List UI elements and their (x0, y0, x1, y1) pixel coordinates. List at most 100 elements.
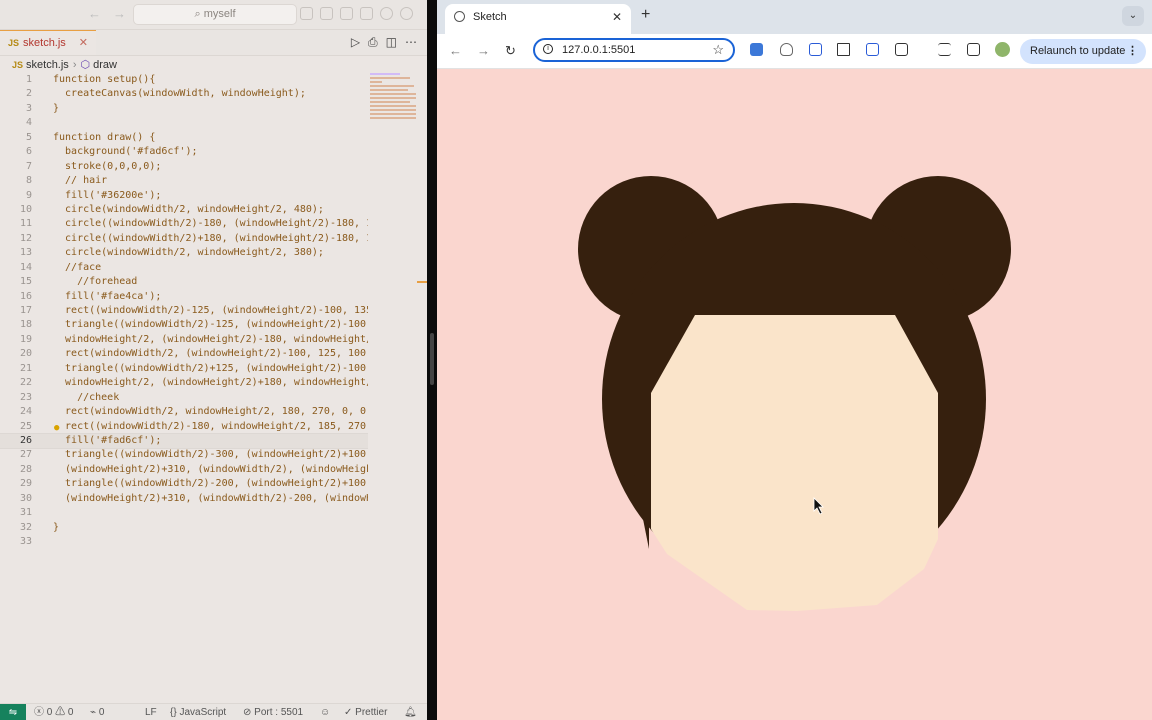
code-line[interactable]: 19 windowHeight/2, (windowHeight/2)-180,… (0, 333, 368, 347)
line-number: 5 (25, 131, 32, 143)
history-arrows-icon[interactable]: ←→ (88, 6, 138, 21)
code-text: fill('#fae4ca'); (53, 290, 162, 302)
breadcrumb-symbol[interactable]: draw (93, 59, 117, 71)
address-bar[interactable]: i 127.0.0.1:5501 ☆ (533, 38, 735, 62)
window-divider[interactable] (427, 0, 437, 720)
toggle-panel-icon[interactable] (320, 7, 333, 20)
side-panel-icon[interactable] (967, 43, 980, 56)
breadcrumb-file[interactable]: sketch.js (26, 59, 69, 71)
lightbulb-icon[interactable]: ● (54, 421, 59, 435)
chart-extension-icon[interactable] (866, 43, 879, 56)
code-line[interactable]: 8 // hair (0, 174, 368, 188)
code-text: triangle((windowWidth/2)-300, (windowHei… (53, 449, 368, 461)
function-symbol-icon: ⬡ (80, 59, 91, 71)
minimap[interactable] (370, 73, 418, 123)
profile-avatar[interactable] (995, 42, 1010, 57)
code-line[interactable]: 4 (0, 116, 368, 130)
code-line[interactable]: 26 fill('#fad6cf'); (0, 432, 368, 450)
line-number: 20 (19, 348, 32, 360)
customize-layout-icon[interactable] (360, 7, 373, 20)
code-line[interactable]: 2 createCanvas(windowWidth, windowHeight… (0, 87, 368, 101)
extensions-puzzle-icon[interactable] (895, 43, 908, 56)
code-line[interactable]: 3} (0, 102, 368, 116)
tab-sketch-js[interactable]: JS sketch.js ✕ (0, 30, 96, 55)
accounts-icon[interactable] (380, 7, 393, 20)
line-number: 11 (19, 218, 32, 230)
line-number: 23 (19, 391, 32, 403)
tab-search-chevron-icon[interactable]: ⌄ (1122, 6, 1144, 26)
crop-extension-icon[interactable] (837, 43, 850, 56)
line-number: 31 (19, 507, 32, 519)
code-line[interactable]: 23 //cheek (0, 391, 368, 405)
code-line[interactable]: 25 rect((windowWidth/2)-180, windowHeigh… (0, 420, 368, 434)
kebab-menu-icon[interactable]: ⋮ (1127, 39, 1138, 64)
run-icon[interactable]: ▷ (351, 35, 360, 49)
code-line[interactable]: 32} (0, 521, 368, 535)
reload-icon[interactable]: ↻ (505, 43, 516, 59)
line-number: 13 (19, 247, 32, 259)
relaunch-to-update-button[interactable]: Relaunch to update ⋮ (1020, 39, 1146, 64)
code-line[interactable]: 17 rect((windowWidth/2)-125, (windowHeig… (0, 304, 368, 318)
divider-handle[interactable] (430, 333, 434, 385)
code-line[interactable]: 13 circle(windowWidth/2, windowHeight/2,… (0, 246, 368, 260)
code-line[interactable]: 28 (windowHeight/2)+310, (windowWidth/2)… (0, 463, 368, 477)
toggle-secondary-sidebar-icon[interactable] (340, 7, 353, 20)
settings-gear-icon[interactable] (400, 7, 413, 20)
back-arrow-icon[interactable]: ← (449, 43, 462, 58)
layout-controls (300, 7, 413, 20)
remote-indicator-icon[interactable]: ⇋ (0, 704, 26, 720)
browser-tab-sketch[interactable]: Sketch ✕ (445, 4, 631, 34)
warning-icon: ⚠ (55, 707, 66, 718)
live-server-port[interactable]: ⊘ Port : 5501 (243, 704, 303, 720)
code-line[interactable]: 16 fill('#fae4ca'); (0, 290, 368, 304)
code-line[interactable]: 27 triangle((windowWidth/2)-300, (window… (0, 448, 368, 462)
translate-extension-icon[interactable] (750, 43, 763, 56)
shield-extension-icon[interactable] (780, 43, 793, 56)
eol-indicator[interactable]: LF (145, 704, 157, 720)
sketch-canvas[interactable] (437, 69, 1152, 720)
forward-arrow-icon[interactable]: → (477, 43, 490, 58)
print-icon[interactable]: ⎙ (368, 35, 378, 49)
code-text: circle((windowWidth/2)-180, (windowHeigh… (53, 218, 368, 230)
bookmark-star-icon[interactable]: ☆ (712, 40, 724, 60)
code-line[interactable]: 7 stroke(0,0,0,0); (0, 160, 368, 174)
code-line[interactable]: 33 (0, 535, 368, 549)
toggle-sidebar-icon[interactable] (300, 7, 313, 20)
editor-title-bar: ←→ ⌕ myself (0, 0, 427, 30)
media-controls-icon[interactable] (938, 43, 951, 56)
code-line[interactable]: 21 triangle((windowWidth/2)+125, (window… (0, 362, 368, 376)
code-line[interactable]: 18 triangle((windowWidth/2)-125, (window… (0, 318, 368, 332)
new-tab-plus-icon[interactable]: + (641, 6, 650, 24)
more-actions-icon[interactable]: ⋯ (405, 35, 417, 49)
code-area[interactable]: 1 function setup(){2 createCanvas(windowW… (0, 73, 368, 553)
copilot-icon[interactable]: ☺ (320, 704, 330, 720)
site-info-icon[interactable]: i (543, 44, 553, 54)
notifications-bell-icon[interactable]: 🔔︎ (404, 704, 417, 720)
close-tab-icon[interactable]: ✕ (79, 31, 88, 55)
code-line[interactable]: 6 background('#fad6cf'); (0, 145, 368, 159)
code-line[interactable]: 5 function draw() { (0, 131, 368, 145)
code-line[interactable]: 10 circle(windowWidth/2, windowHeight/2,… (0, 203, 368, 217)
code-line[interactable]: 22 windowHeight/2, (windowHeight/2)+180,… (0, 376, 368, 390)
prettier-indicator[interactable]: ✓ Prettier (344, 704, 387, 720)
code-line[interactable]: 12 circle((windowWidth/2)+180, (windowHe… (0, 232, 368, 246)
close-tab-icon[interactable]: ✕ (612, 4, 622, 30)
code-line[interactable]: 9 fill('#36200e'); (0, 189, 368, 203)
grid-extension-icon[interactable] (809, 43, 822, 56)
code-text: triangle((windowWidth/2)-200, (windowHei… (53, 478, 368, 490)
ports-indicator[interactable]: ⌁ 0 (90, 704, 104, 720)
code-line[interactable]: 24 rect(windowWidth/2, windowHeight/2, 1… (0, 405, 368, 419)
code-line[interactable]: 1 function setup(){ (0, 73, 368, 87)
split-editor-icon[interactable]: ◫ (386, 35, 397, 49)
command-center-search[interactable]: ⌕ myself (133, 4, 297, 25)
problems-indicator[interactable]: ⓧ 0 ⚠ 0 (34, 704, 73, 720)
line-number: 3 (25, 102, 32, 114)
code-line[interactable]: 31 (0, 506, 368, 520)
code-line[interactable]: 29 triangle((windowWidth/2)-200, (window… (0, 477, 368, 491)
code-line[interactable]: 30 (windowHeight/2)+310, (windowWidth/2)… (0, 492, 368, 506)
code-line[interactable]: 11 circle((windowWidth/2)-180, (windowHe… (0, 217, 368, 231)
code-line[interactable]: 14 //face (0, 261, 368, 275)
language-mode[interactable]: {} JavaScript (170, 704, 226, 720)
code-line[interactable]: 20 rect(windowWidth/2, (windowHeight/2)-… (0, 347, 368, 361)
code-line[interactable]: 15 //forehead (0, 275, 368, 289)
